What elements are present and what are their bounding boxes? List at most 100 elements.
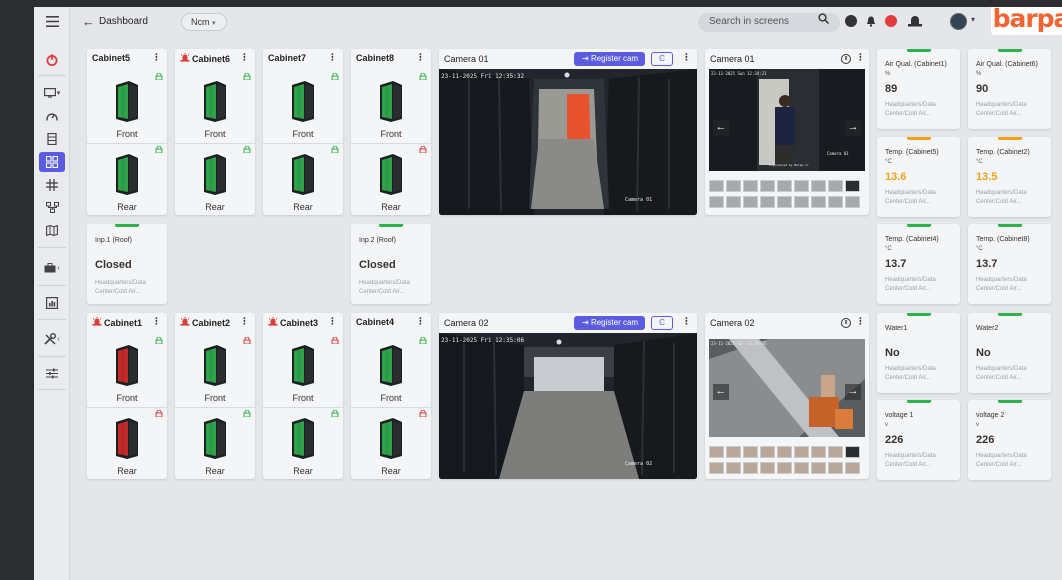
thumbnail[interactable] (777, 180, 792, 192)
sensor-card[interactable]: Temp. (Cabinet8) °C 13.7 Headquarters/Data … (968, 224, 1051, 304)
cabinet-card[interactable]: Cabinet4 ⋮ Front Rear (351, 313, 431, 479)
thumbnail[interactable] (777, 462, 792, 474)
kebab-menu-icon[interactable]: ⋮ (416, 316, 425, 327)
thumbnail[interactable] (811, 446, 826, 458)
thumbnail[interactable] (709, 196, 724, 208)
kebab-menu-icon[interactable]: ⋮ (682, 316, 691, 327)
thumbnail[interactable] (726, 196, 741, 208)
prev-arrow-icon[interactable]: ← (713, 384, 729, 400)
cabinet-card[interactable]: Cabinet3 ⋮ Front Rear (263, 313, 343, 479)
thumbnail[interactable] (828, 180, 843, 192)
gauge-icon[interactable] (39, 106, 65, 126)
thumbnail[interactable] (709, 446, 724, 458)
thumbnail[interactable] (828, 196, 843, 208)
alarm-target-icon[interactable] (885, 15, 897, 27)
kebab-menu-icon[interactable]: ⋮ (328, 316, 337, 327)
thumbnail[interactable] (726, 180, 741, 192)
sensor-card[interactable]: Temp. (Cabinet4) °C 13.7 Headquarters/Data … (877, 224, 960, 304)
sensor-card[interactable]: Temp. (Cabinet2) °C 13.5 Headquarters/Data … (968, 137, 1051, 217)
pause-button[interactable]: II (841, 318, 851, 328)
next-arrow-icon[interactable]: → (845, 384, 861, 400)
chevron-down-icon[interactable]: ▾ (971, 15, 975, 24)
input-card[interactable]: Inp.2 (Roof) Closed Headquarters/Data Ce… (351, 224, 431, 304)
register-cam-button[interactable]: ⇥ Register cam (574, 52, 645, 66)
sensor-card[interactable]: Water1 No Headquarters/Data Center/Cold Ai… (877, 313, 960, 393)
kebab-menu-icon[interactable]: ⋮ (152, 316, 161, 327)
pause-button[interactable]: II (841, 54, 851, 64)
thumbnail[interactable] (709, 462, 724, 474)
prev-arrow-icon[interactable]: ← (713, 120, 729, 136)
thumbnail[interactable] (777, 446, 792, 458)
register-cam-button[interactable]: ⇥ Register cam (574, 316, 645, 330)
thumbnail[interactable] (811, 196, 826, 208)
cabinet-card[interactable]: Cabinet2 ⋮ Front Rear (175, 313, 255, 479)
thumbnail[interactable] (777, 196, 792, 208)
kebab-menu-icon[interactable]: ⋮ (682, 52, 691, 63)
thumbnail[interactable] (794, 196, 809, 208)
cabinet-card[interactable]: Cabinet5 ⋮ Front Rear (87, 49, 167, 215)
kebab-menu-icon[interactable]: ⋮ (856, 52, 865, 63)
context-select[interactable]: Ncm ▾ (181, 13, 227, 31)
kebab-menu-icon[interactable]: ⋮ (328, 52, 337, 63)
thumbnail[interactable] (760, 462, 775, 474)
thumbnail[interactable] (794, 180, 809, 192)
kebab-menu-icon[interactable]: ⋮ (152, 52, 161, 63)
cabinet-card[interactable]: Cabinet1 ⋮ Front Rear (87, 313, 167, 479)
thumbnail[interactable] (743, 196, 758, 208)
cabinet-card[interactable]: Cabinet8 ⋮ Front Rear (351, 49, 431, 215)
bell-icon[interactable] (865, 15, 877, 27)
siren-icon[interactable] (907, 15, 923, 27)
cabinet-card[interactable]: Cabinet7 ⋮ Front Rear (263, 49, 343, 215)
thumbnail[interactable] (845, 180, 860, 192)
thumbnail[interactable] (794, 446, 809, 458)
thumbnail[interactable] (743, 462, 758, 474)
kebab-menu-icon[interactable]: ⋮ (856, 316, 865, 327)
chat-icon[interactable] (845, 15, 857, 27)
refresh-button[interactable]: C (651, 52, 673, 66)
avatar[interactable] (950, 13, 967, 30)
thumbnail[interactable] (845, 196, 860, 208)
thumbnail[interactable] (760, 446, 775, 458)
sensor-card[interactable]: Air Qual. (Cabinet6)% 90 Headquarters/Data… (968, 49, 1051, 129)
sensor-card[interactable]: Temp. (Cabinet5) °C 13.6 Headquarters/Data … (877, 137, 960, 217)
network-icon[interactable] (39, 197, 65, 217)
server-icon[interactable] (39, 129, 65, 149)
camera-feed[interactable]: 23-11-2025 Fri 12:35:06 Camera 02 (439, 333, 697, 479)
sensor-card[interactable]: voltage 1 v 226 Headquarters/Data Center/Co… (877, 400, 960, 480)
thumbnail[interactable] (709, 180, 724, 192)
menu-icon[interactable] (39, 11, 65, 31)
thumbnail[interactable] (845, 462, 860, 474)
sliders-icon[interactable] (39, 363, 65, 383)
sensor-card[interactable]: voltage 2 v 226 Headquarters/Data Center/Co… (968, 400, 1051, 480)
monitor-icon[interactable]: ▾ (39, 83, 65, 103)
thumbnail[interactable] (845, 446, 860, 458)
thumbnail[interactable] (743, 446, 758, 458)
search-icon[interactable] (818, 13, 830, 27)
kebab-menu-icon[interactable]: ⋮ (240, 316, 249, 327)
next-arrow-icon[interactable]: → (845, 120, 861, 136)
thumbnail[interactable] (794, 462, 809, 474)
cabinet-card[interactable]: Cabinet6 ⋮ Front Rear (175, 49, 255, 215)
refresh-button[interactable]: C (651, 316, 673, 330)
hash-icon[interactable] (39, 175, 65, 195)
camera-feed[interactable]: 23-11-2025 Fri 12:35:32 Camera 01 (439, 69, 697, 215)
thumbnail[interactable] (760, 196, 775, 208)
tools-icon[interactable]: ‹ (39, 329, 65, 349)
kebab-menu-icon[interactable]: ⋮ (416, 52, 425, 63)
briefcase-icon[interactable]: ‹ (39, 258, 65, 278)
thumbnail[interactable] (726, 446, 741, 458)
grid-icon[interactable] (39, 152, 65, 172)
thumbnail[interactable] (811, 462, 826, 474)
sensor-card[interactable]: Water2 No Headquarters/Data Center/Cold Ai… (968, 313, 1051, 393)
sensor-card[interactable]: Air Qual. (Cabinet1)% 89 Headquarters/Data… (877, 49, 960, 129)
thumbnail[interactable] (811, 180, 826, 192)
chart-icon[interactable] (39, 293, 65, 313)
power-icon[interactable] (39, 50, 65, 70)
thumbnail[interactable] (828, 462, 843, 474)
map-icon[interactable] (39, 220, 65, 240)
kebab-menu-icon[interactable]: ⋮ (240, 52, 249, 63)
input-card[interactable]: Inp.1 (Roof) Closed Headquarters/Data Ce… (87, 224, 167, 304)
thumbnail[interactable] (760, 180, 775, 192)
thumbnail[interactable] (828, 446, 843, 458)
thumbnail[interactable] (726, 462, 741, 474)
